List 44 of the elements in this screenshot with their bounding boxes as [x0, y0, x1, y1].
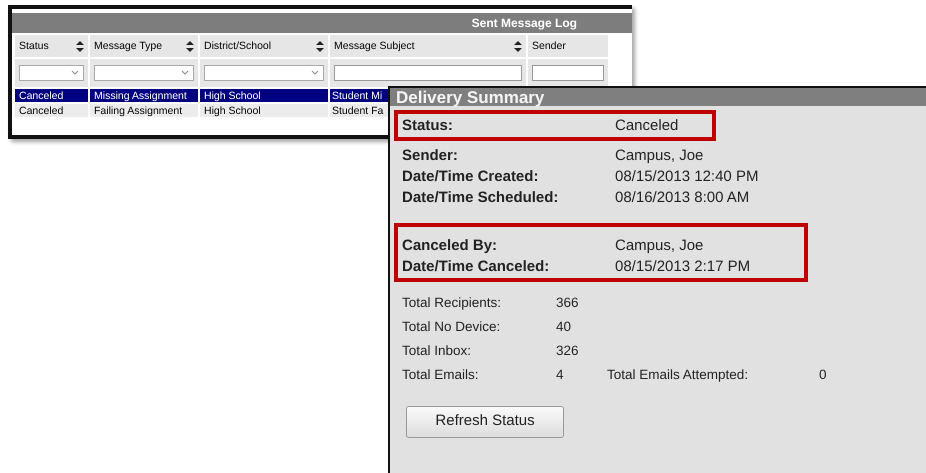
column-header[interactable]: Message Type [90, 35, 198, 57]
caret-icon [71, 70, 79, 76]
column-header[interactable]: District/School [200, 35, 328, 57]
sort-icon[interactable] [186, 40, 194, 52]
field-label: Date/Time Scheduled: [402, 188, 560, 208]
field-label: Canceled By: [402, 236, 498, 256]
filter-dropdown[interactable] [204, 65, 324, 81]
total-value: 326 [556, 342, 580, 360]
filter-field[interactable] [532, 65, 604, 81]
sort-icon[interactable] [316, 40, 324, 52]
total-value: 0 [819, 366, 827, 384]
total-label: Total No Device: [402, 318, 502, 336]
sort-icon[interactable] [76, 40, 84, 52]
filter-field[interactable] [334, 65, 522, 81]
caret-icon [181, 70, 189, 76]
caret-icon [311, 70, 319, 76]
total-label: Total Emails: [402, 366, 480, 384]
panel-title: Delivery Summary [396, 89, 544, 107]
filter-dropdown[interactable] [19, 65, 84, 81]
field-label: Date/Time Canceled: [402, 257, 550, 277]
total-value: 40 [556, 318, 572, 336]
field-value: 08/15/2013 2:17 PM [615, 257, 750, 277]
field-value: Campus, Joe [615, 236, 704, 256]
total-label: Total Recipients: [402, 294, 502, 312]
refresh-status-button[interactable]: Refresh Status [406, 406, 564, 438]
total-label: Total Inbox: [402, 342, 472, 360]
field-label: Sender: [402, 146, 459, 166]
field-value: Campus, Joe [615, 146, 704, 166]
window-title: Sent Message Log [472, 16, 577, 30]
field-value: Canceled [615, 116, 678, 136]
filter-dropdown[interactable] [94, 65, 194, 81]
sort-icon[interactable] [514, 40, 522, 52]
table-cell[interactable]: Student Fa [332, 104, 384, 116]
total-label: Total Emails Attempted: [607, 366, 750, 384]
column-header[interactable]: Status [15, 35, 88, 57]
field-value: 08/16/2013 8:00 AM [615, 188, 750, 208]
field-label: Status: [402, 116, 454, 136]
total-value: 4 [556, 366, 565, 384]
field-label: Date/Time Created: [402, 167, 540, 187]
field-value: 08/15/2013 12:40 PM [615, 167, 758, 187]
total-value: 366 [556, 294, 580, 312]
column-header[interactable]: Sender [528, 35, 608, 57]
table-cell[interactable]: Student Mi [332, 90, 382, 102]
column-header[interactable]: Message Subject [330, 35, 526, 57]
